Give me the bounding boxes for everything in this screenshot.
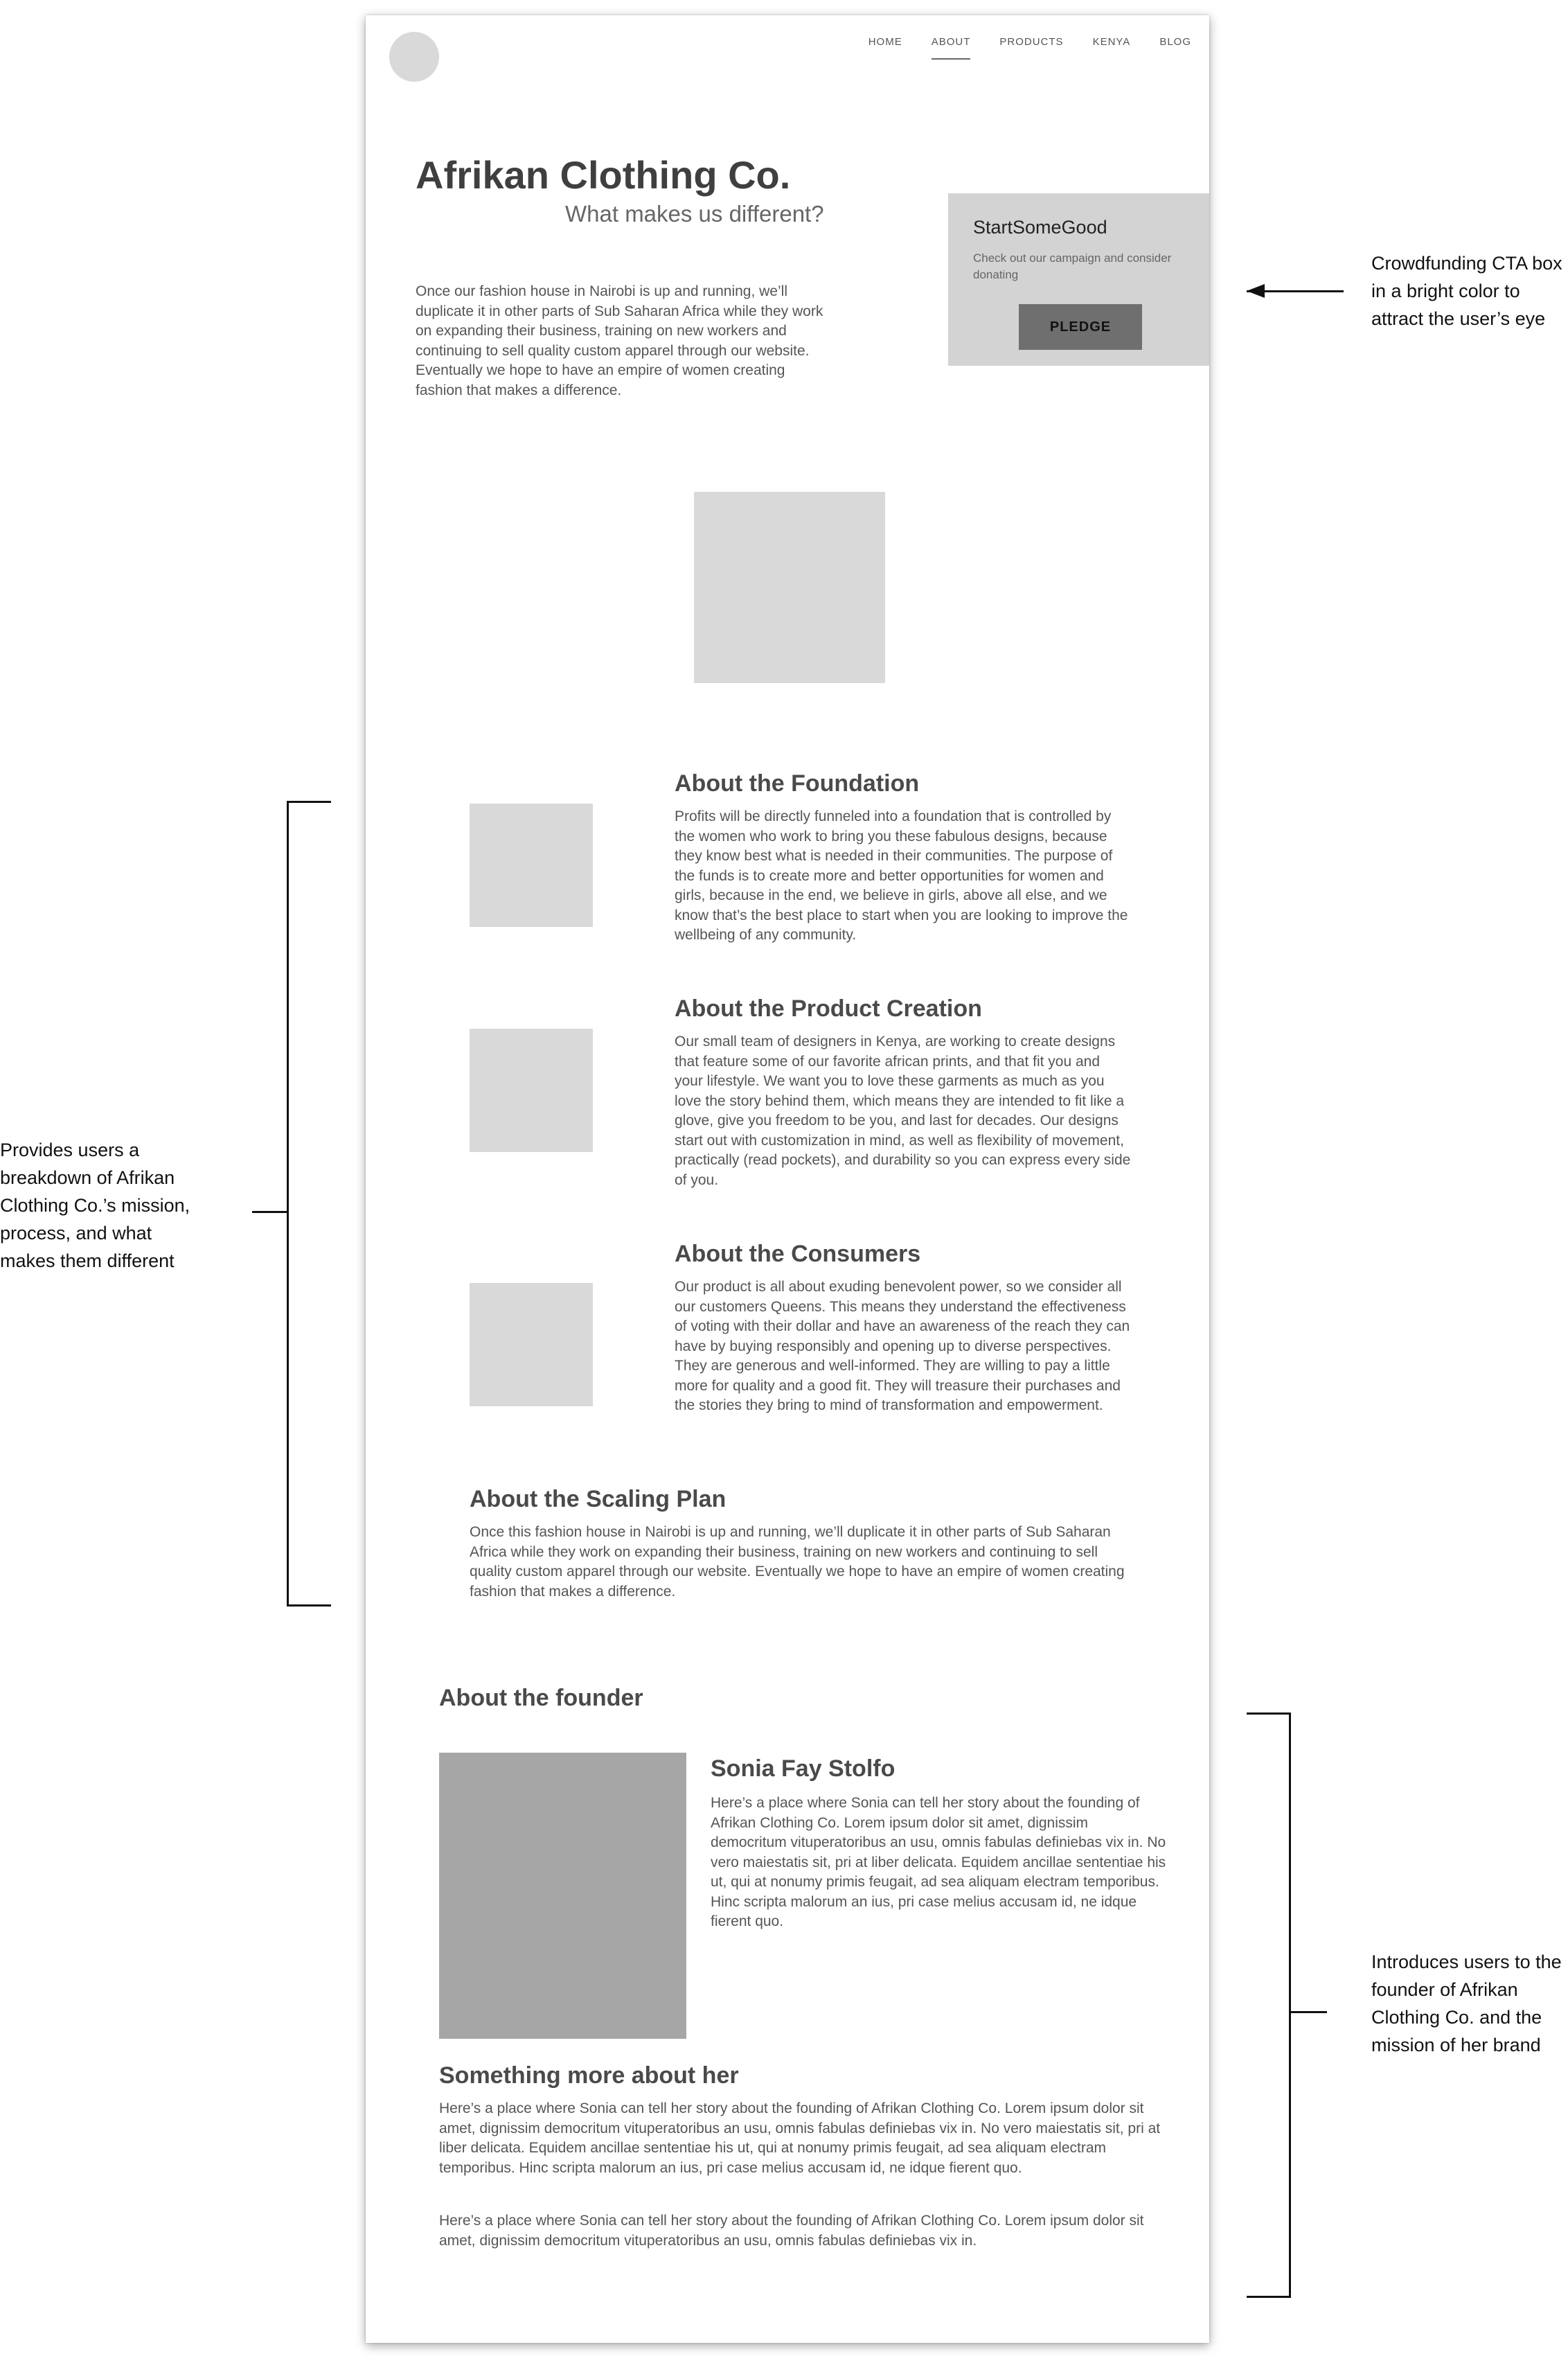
founder-bracket-spine (1289, 1712, 1291, 2298)
nav-products[interactable]: PRODUCTS (999, 36, 1063, 60)
section-body-product-creation: Our small team of designers in Kenya, ar… (675, 1034, 1131, 1188)
cta-arrow-head (1247, 284, 1265, 298)
section-title-foundation: About the Foundation (675, 770, 920, 797)
main-nav: HOME ABOUT PRODUCTS KENYA BLOG (868, 36, 1191, 60)
cta-title: StartSomeGood (973, 217, 1107, 238)
founder-name: Sonia Fay Stolfo (711, 1755, 896, 1782)
sections-annotation: Provides users a breakdown of Afrikan Cl… (0, 1140, 190, 1271)
founder-heading: About the founder (439, 1685, 643, 1711)
sections-bracket-spine (287, 801, 289, 1607)
consumers-image-placeholder (470, 1283, 593, 1406)
page-title: Afrikan Clothing Co. (416, 153, 791, 197)
section-title-product-creation: About the Product Creation (675, 995, 982, 1022)
nav-home[interactable]: HOME (868, 36, 902, 60)
cta-text: Check out our campaign and consider dona… (973, 251, 1172, 281)
hero-image-placeholder (694, 492, 885, 683)
section-body-scaling: Once this fashion house in Nairobi is up… (470, 1524, 1125, 1600)
founder-more-body-1: Here’s a place where Sonia can tell her … (439, 2100, 1161, 2176)
sections-bracket-top (287, 801, 331, 803)
nav-kenya[interactable]: KENYA (1093, 36, 1131, 60)
hero-body: Once our fashion house in Nairobi is up … (416, 283, 823, 398)
product-image-placeholder (470, 1029, 593, 1152)
founder-bio: Here’s a place where Sonia can tell her … (711, 1795, 1166, 1929)
crowdfunding-cta-box: StartSomeGood Check out our campaign and… (948, 193, 1209, 366)
founder-bracket-pointer (1291, 2011, 1327, 2013)
founder-annotation: Introduces users to the founder of Afrik… (1371, 1951, 1562, 2055)
nav-about[interactable]: ABOUT (931, 36, 971, 60)
section-body-foundation: Profits will be directly funneled into a… (675, 808, 1128, 943)
logo[interactable] (389, 32, 439, 82)
cta-annotation: Crowdfunding CTA box in a bright color t… (1371, 253, 1562, 329)
sections-bracket-bottom (287, 1604, 331, 1607)
foundation-image-placeholder (470, 804, 593, 927)
founder-more-title: Something more about her (439, 2062, 739, 2089)
section-body-consumers: Our product is all about exuding benevol… (675, 1279, 1130, 1413)
founder-bracket-bottom (1247, 2296, 1291, 2298)
founder-bracket-top (1247, 1712, 1291, 1715)
pledge-button[interactable]: PLEDGE (1019, 304, 1142, 350)
founder-photo-placeholder (439, 1753, 686, 2039)
section-title-scaling: About the Scaling Plan (470, 1486, 727, 1512)
page-subtitle: What makes us different? (565, 201, 824, 227)
section-title-consumers: About the Consumers (675, 1241, 921, 1267)
founder-more-body-2: Here’s a place where Sonia can tell her … (439, 2213, 1144, 2249)
nav-blog[interactable]: BLOG (1159, 36, 1191, 60)
sections-bracket-pointer (252, 1211, 287, 1213)
wireframe-page: HOME ABOUT PRODUCTS KENYA BLOG Afrikan C… (366, 15, 1209, 2343)
